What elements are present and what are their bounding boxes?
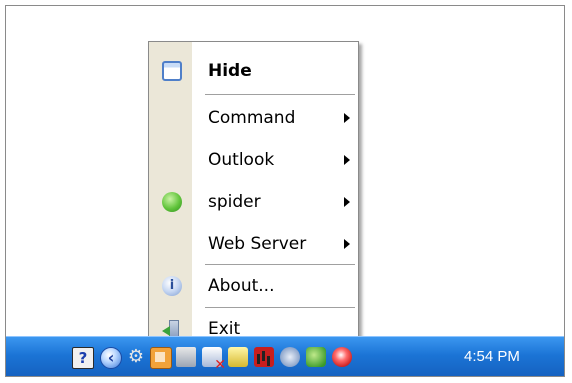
menu-separator [205,307,355,308]
java-icon[interactable] [150,347,172,369]
speaker-icon[interactable] [176,347,196,367]
menu-item-web-server[interactable]: Web Server [149,224,358,264]
menu-item-outlook[interactable]: Outlook [149,140,358,180]
menu-item-spider[interactable]: spider [149,182,358,222]
gear-icon[interactable]: ⚙ [126,347,146,367]
menu-item-hide[interactable]: Hide [149,51,358,91]
tray-context-menu: Hide Command Outlook spider Web Server i… [148,41,359,351]
drive-icon[interactable] [228,347,248,367]
menu-item-command[interactable]: Command [149,98,358,138]
menu-item-label: Web Server [208,234,307,254]
printer-icon[interactable] [280,347,300,367]
help-icon[interactable]: ? [72,347,94,369]
security-alert-icon[interactable] [332,347,352,367]
submenu-arrow-icon [344,155,350,165]
system-tray: ? ‹ ⚙ 4:54 PM [6,337,564,376]
chart-icon[interactable] [254,347,274,367]
menu-separator [205,264,355,265]
info-icon: i [162,276,182,296]
menu-item-label: About... [208,276,275,296]
menu-item-label: Outlook [208,150,275,170]
green-status-icon [162,192,182,212]
menu-item-label: spider [208,192,261,212]
back-arrow-icon[interactable]: ‹ [100,347,122,369]
menu-item-label: Hide [208,61,252,81]
submenu-arrow-icon [344,197,350,207]
network-disconnected-icon[interactable] [202,347,226,373]
taskbar-clock[interactable]: 4:54 PM [464,337,520,376]
shield-green-icon[interactable] [306,347,326,367]
submenu-arrow-icon [344,239,350,249]
taskbar: ? ‹ ⚙ 4:54 PM [6,336,564,376]
submenu-arrow-icon [344,113,350,123]
window-icon [162,61,182,81]
menu-item-about[interactable]: i About... [149,266,358,306]
screenshot-frame: Hide Command Outlook spider Web Server i… [5,5,565,377]
menu-separator [205,94,355,95]
menu-item-label: Command [208,108,296,128]
